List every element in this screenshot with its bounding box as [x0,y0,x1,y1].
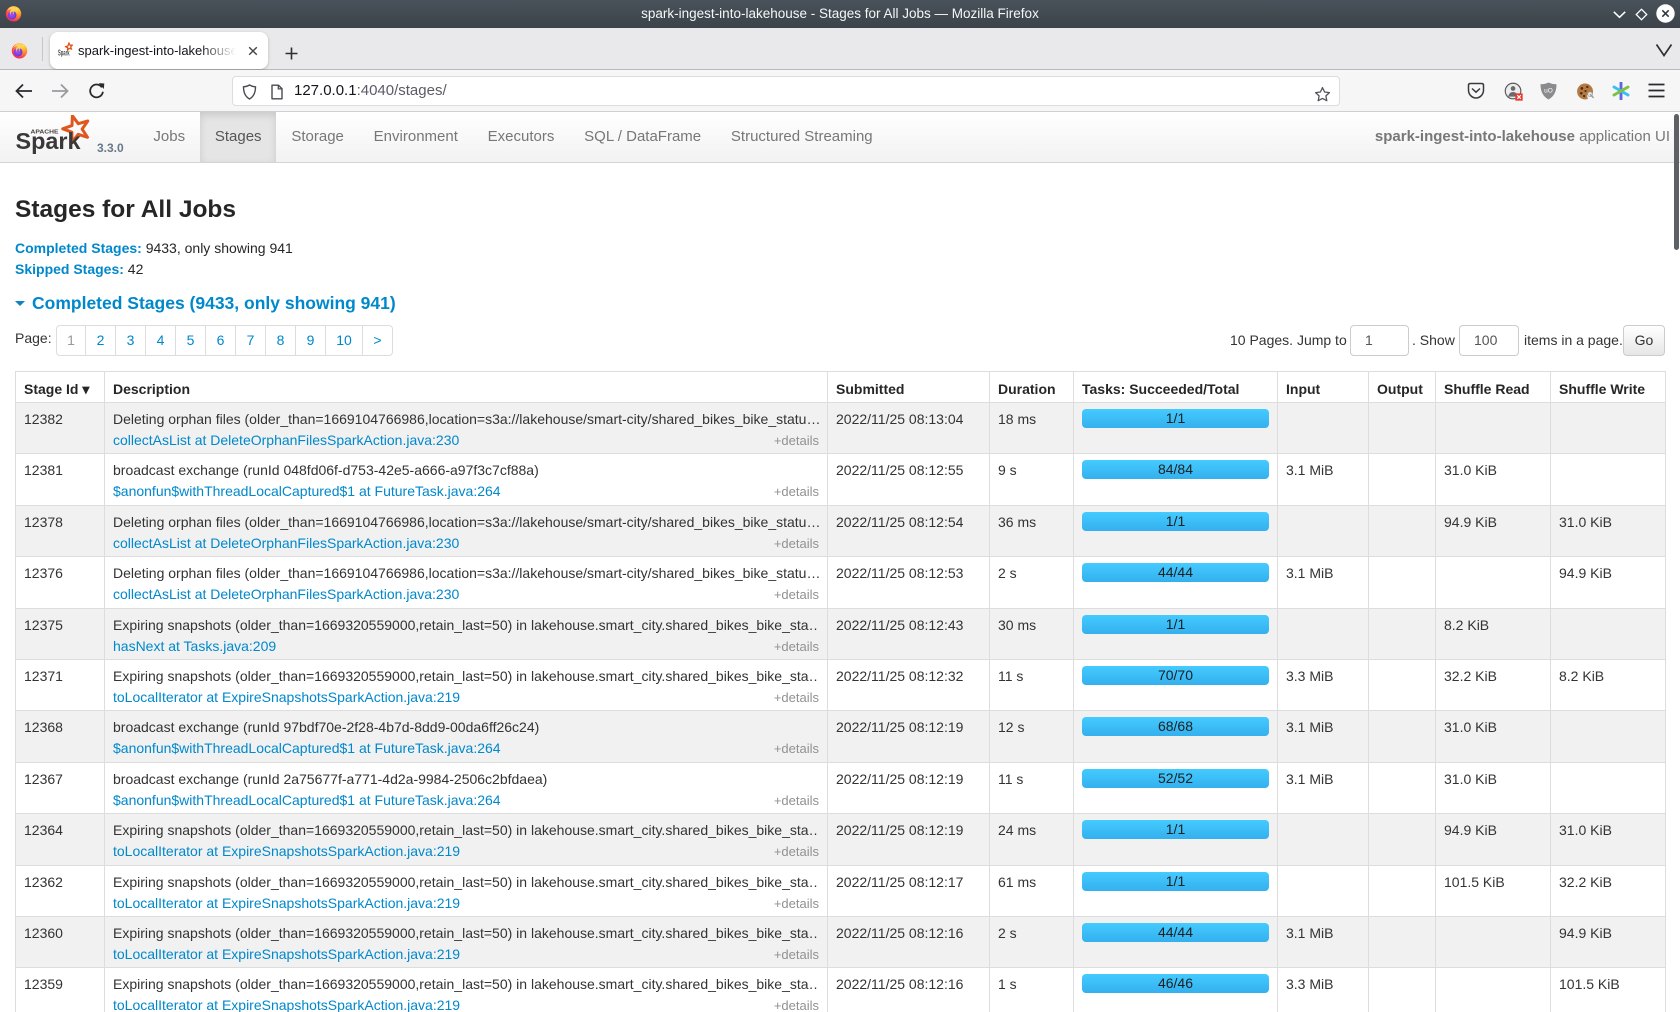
svg-text:Spark: Spark [16,128,82,154]
svg-text:uO: uO [1544,88,1553,95]
svg-text:Spark: Spark [58,48,70,58]
